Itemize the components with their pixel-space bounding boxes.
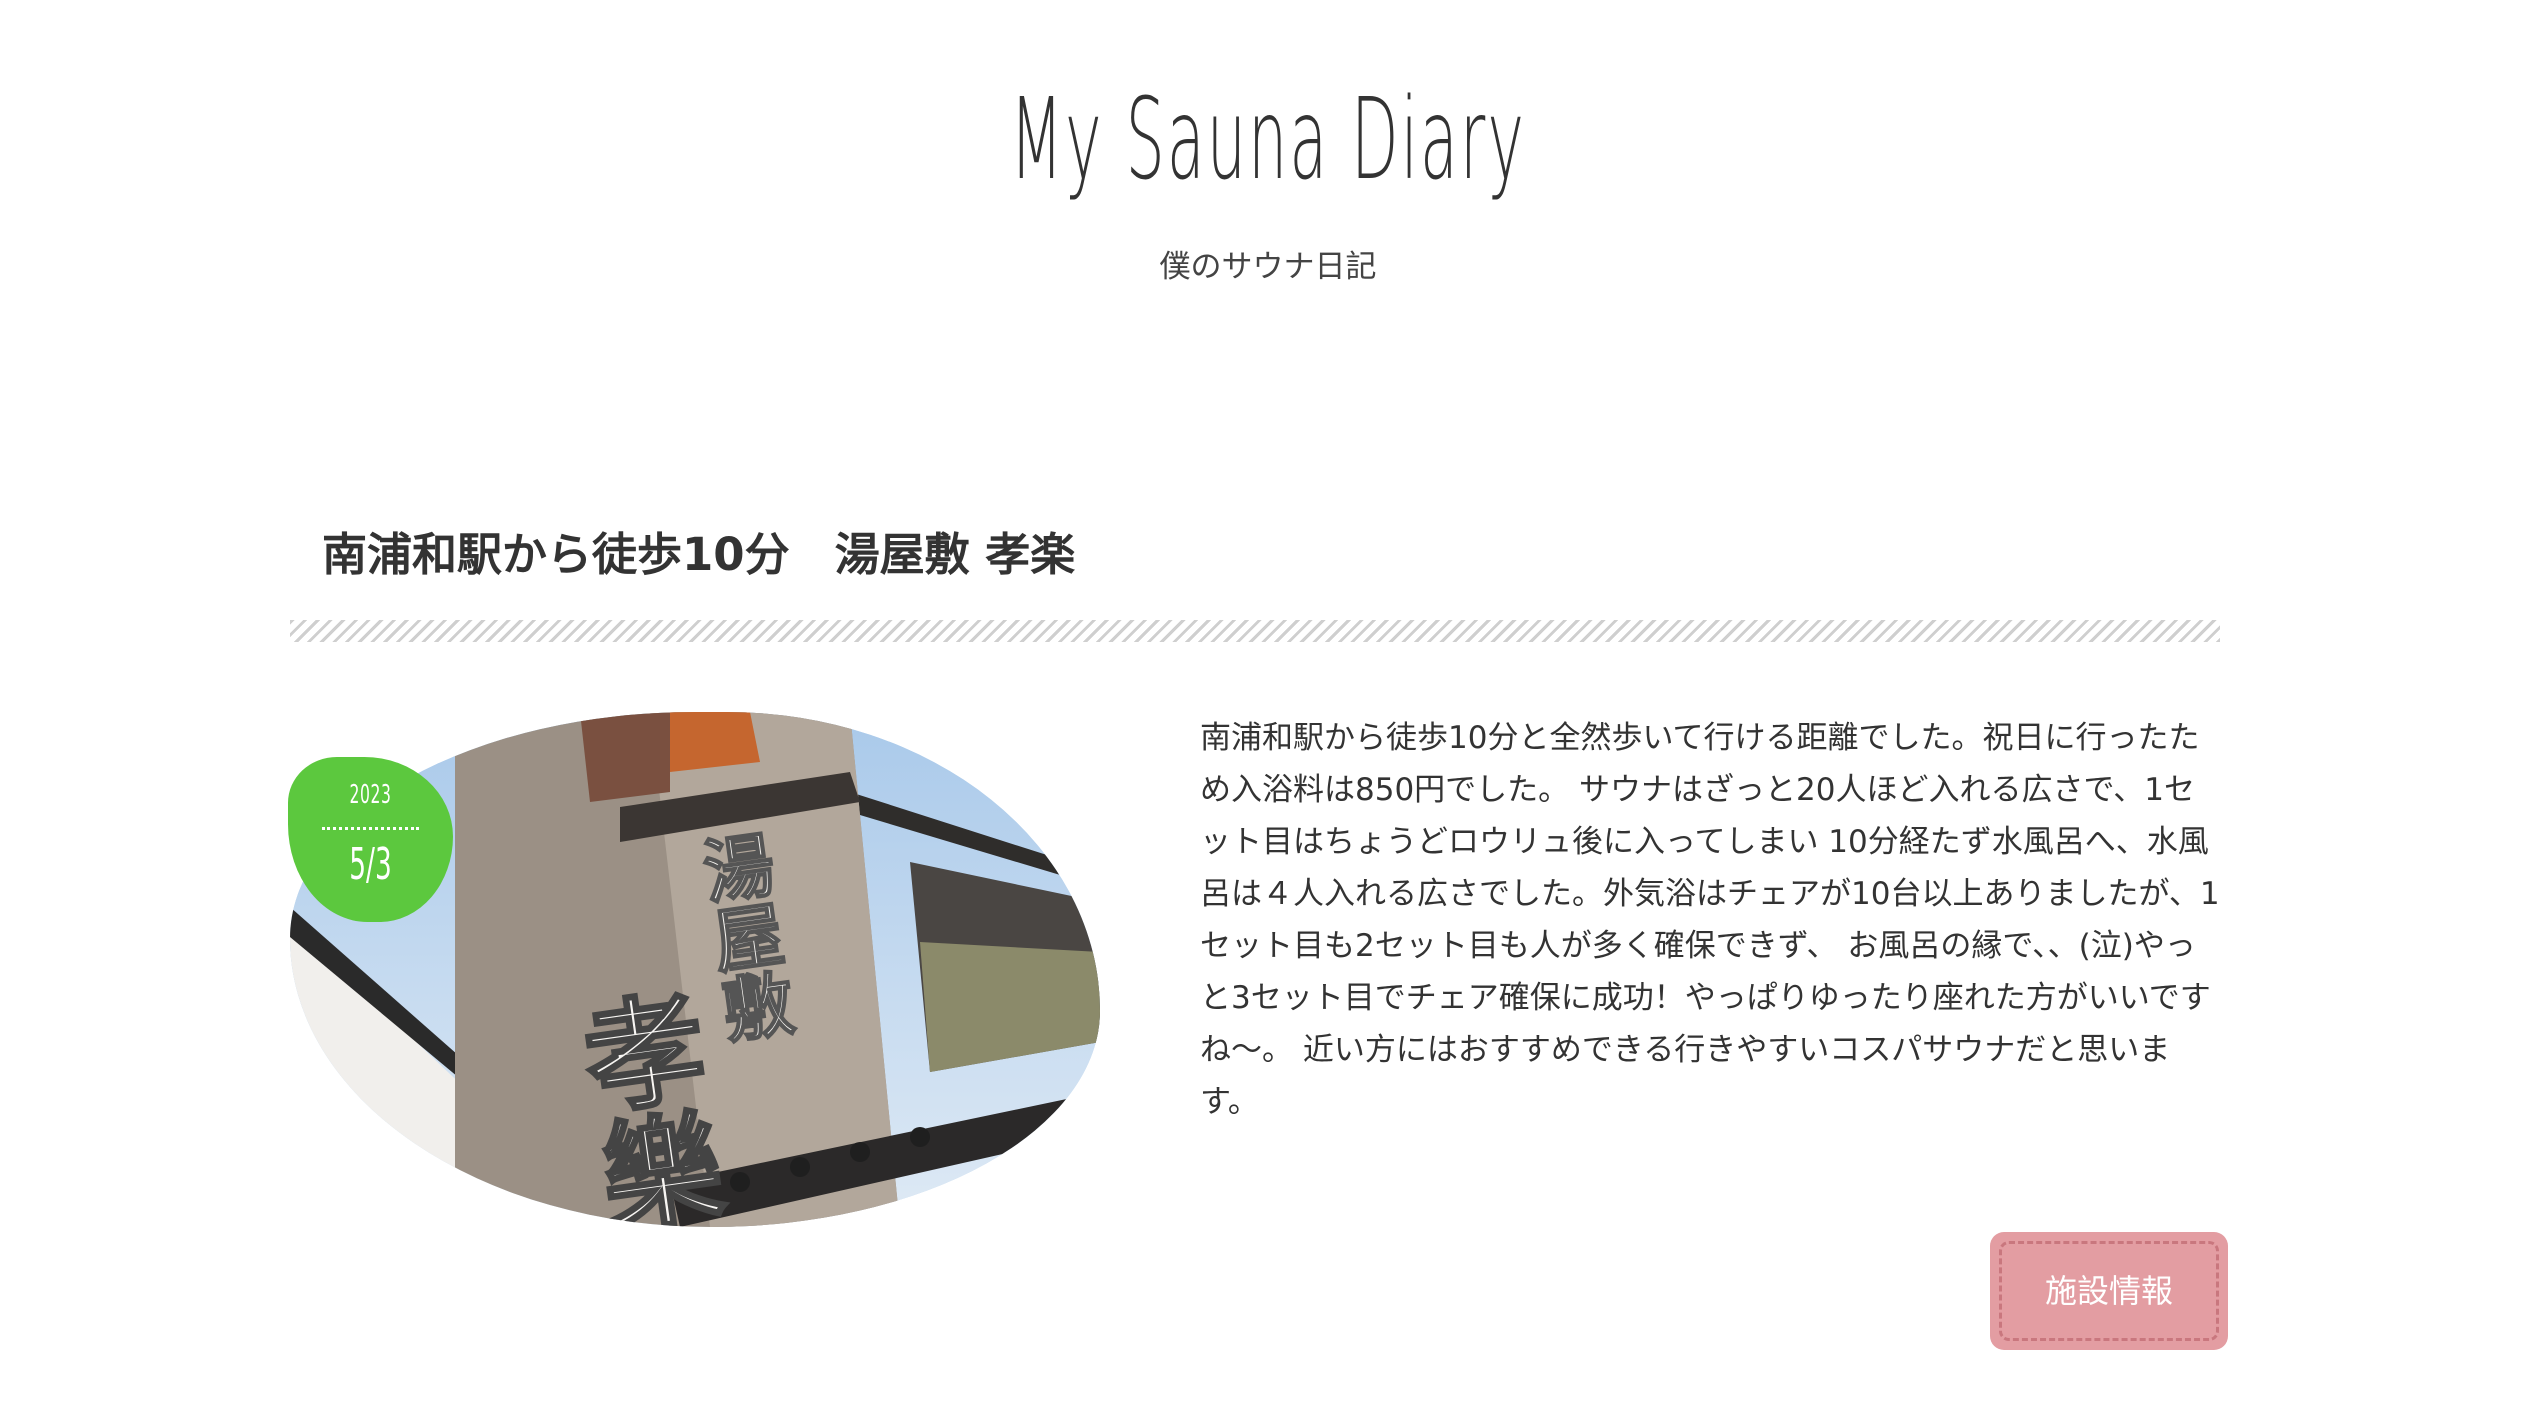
post-excerpt: 南浦和駅から徒歩10分と全然歩いて行ける距離でした。祝日に行ったため入浴料は85… xyxy=(1200,720,2220,1120)
site-title[interactable]: My Sauna Diary xyxy=(571,70,1966,210)
post-thumbnail[interactable]: 湯屋敷 孝樂 2023 5/3 xyxy=(288,712,1100,1227)
date-separator xyxy=(322,827,419,830)
date-month-day: 5/3 xyxy=(349,839,392,890)
date-year: 2023 xyxy=(349,780,392,810)
post-article: 南浦和駅から徒歩10分 湯屋敷 孝楽 湯屋敷 孝樂 2023 5/3 南浦和駅か… xyxy=(288,515,2228,1350)
title-divider xyxy=(290,620,2220,642)
post-body: 湯屋敷 孝樂 2023 5/3 南浦和駅から徒歩10分と全然歩いて行ける距離でし… xyxy=(288,642,2228,1350)
facility-info-button[interactable]: 施設情報 xyxy=(1990,1232,2228,1350)
facility-info-label: 施設情報 xyxy=(1999,1241,2219,1341)
site-subtitle: 僕のサウナ日記 xyxy=(1159,249,1377,285)
post-title[interactable]: 南浦和駅から徒歩10分 湯屋敷 孝楽 xyxy=(290,515,2220,600)
page: My Sauna Diary 僕のサウナ日記 南浦和駅から徒歩10分 湯屋敷 孝… xyxy=(0,0,2536,1413)
